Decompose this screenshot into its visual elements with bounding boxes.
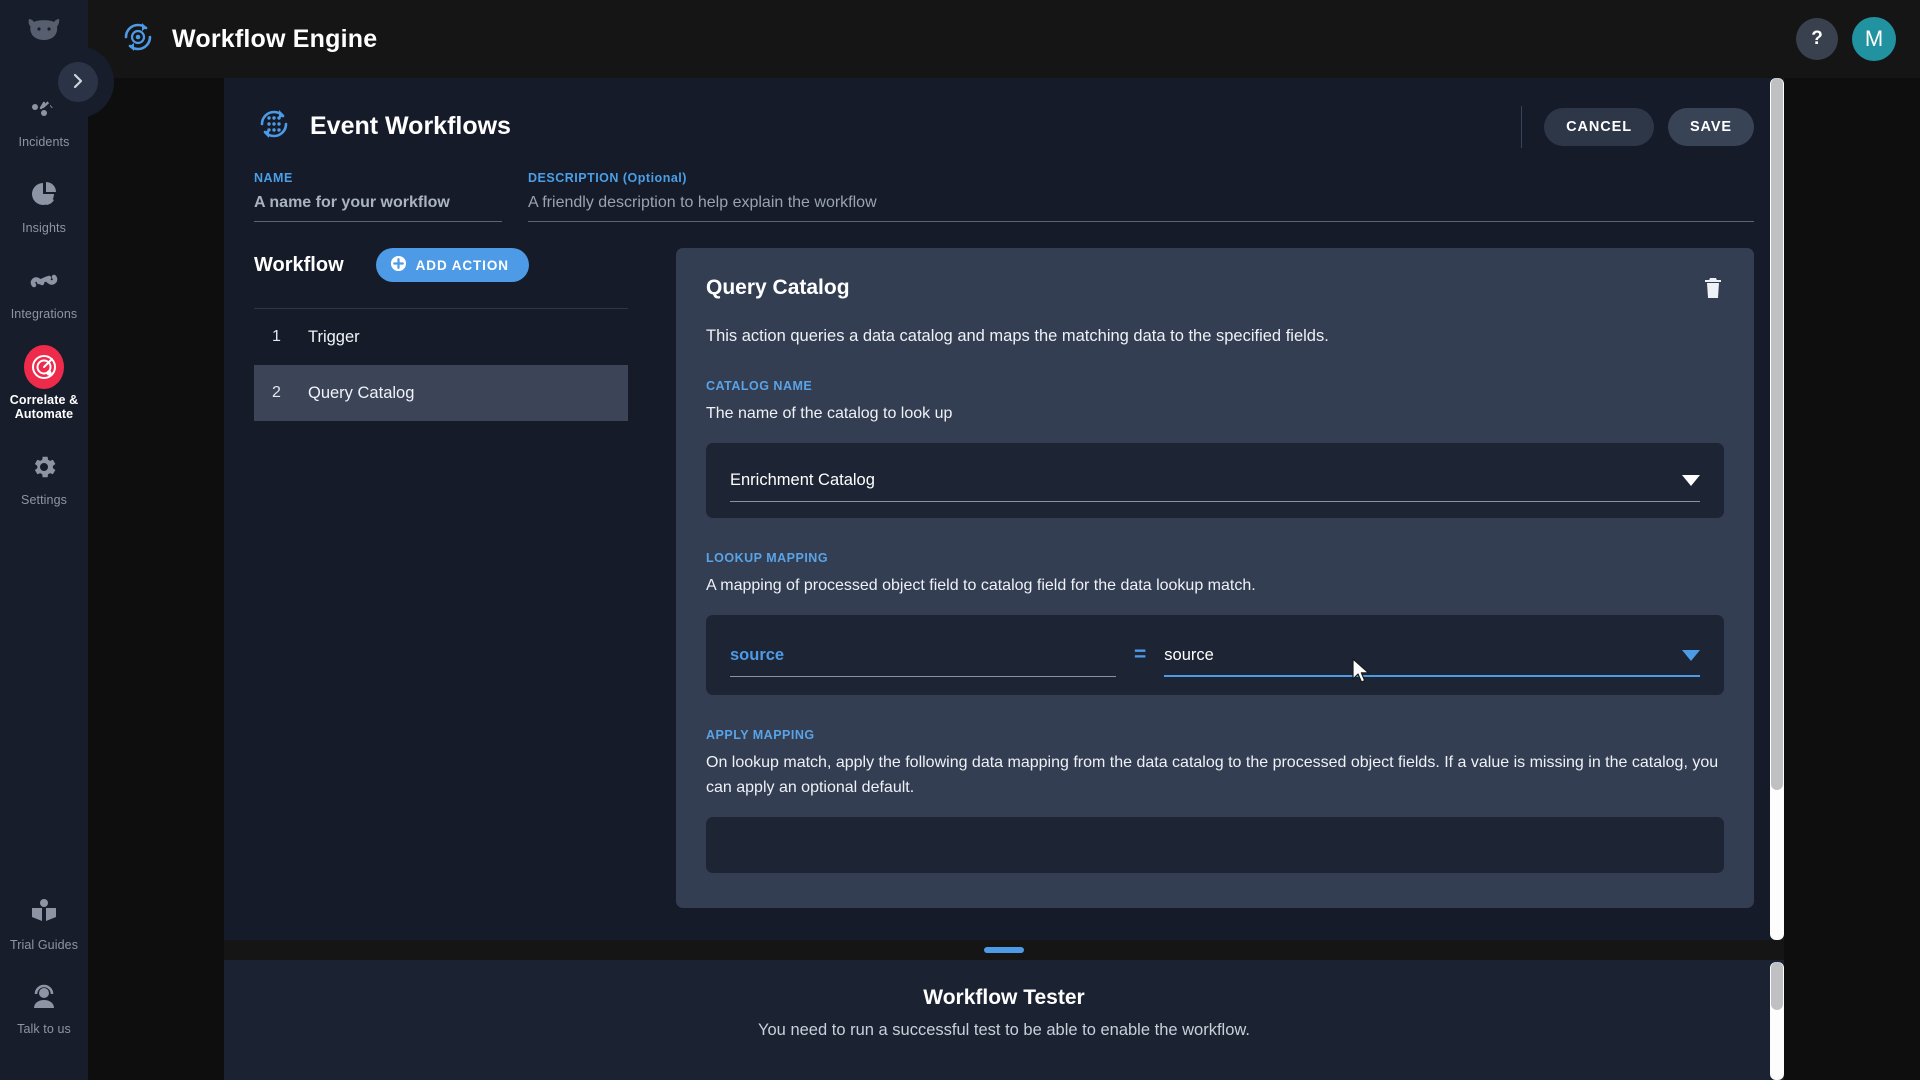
underline — [730, 501, 1700, 502]
add-action-button[interactable]: ADD ACTION — [375, 248, 529, 282]
action-title: Query Catalog — [706, 276, 850, 299]
workflow-heading: Workflow — [254, 253, 344, 276]
divider — [1521, 105, 1523, 148]
description-field-group: DESCRIPTION (Optional) A friendly descri… — [528, 171, 1754, 222]
apply-mapping-label: APPLY MAPPING — [706, 728, 815, 742]
trash-icon[interactable] — [1702, 276, 1724, 305]
workflow-sync-icon — [120, 19, 156, 60]
event-workflows-panel: Event Workflows CANCEL SAVE NAME A name … — [224, 78, 1784, 940]
tester-subtitle: You need to run a successful test to be … — [758, 1021, 1250, 1039]
plus-circle-icon — [390, 255, 407, 275]
action-description: This action queries a data catalog and m… — [706, 327, 1329, 345]
step-number: 1 — [272, 328, 281, 345]
chevron-down-icon[interactable] — [1682, 649, 1700, 661]
lookup-mapping-sublabel: A mapping of processed object field to c… — [706, 577, 1256, 594]
tester-resize-strip[interactable] — [224, 940, 1784, 960]
underline — [730, 675, 1116, 677]
sidebar-item-label: Correlate & Automate — [9, 393, 79, 421]
sidebar-item-label: Trial Guides — [9, 938, 79, 952]
apply-mapping-sublabel: On lookup match, apply the following dat… — [706, 754, 1719, 796]
gear-icon — [24, 447, 64, 487]
panel-header: Event Workflows CANCEL SAVE — [224, 78, 1784, 149]
lookup-mapping-label: LOOKUP MAPPING — [706, 551, 829, 565]
workflow-step-query-catalog[interactable]: 2 Query Catalog — [254, 365, 628, 421]
support-agent-icon — [24, 976, 64, 1016]
chevron-down-icon[interactable] — [1682, 475, 1700, 486]
lookup-right-select[interactable]: source — [1164, 645, 1700, 677]
event-workflows-grid-icon — [254, 104, 294, 149]
pie-chart-icon — [24, 175, 64, 215]
sidebar-item-label: Talk to us — [17, 1022, 71, 1036]
top-bar-actions: ? M — [1796, 17, 1896, 61]
action-detail-column: Query Catalog This action queries a data… — [654, 248, 1754, 908]
workflow-step-list: 1 Trigger 2 Query Catalog — [254, 308, 628, 421]
chevron-right-icon — [70, 73, 86, 92]
catalog-name-value: Enrichment Catalog — [730, 471, 875, 489]
tester-scrollbar-track[interactable] — [1770, 962, 1784, 1080]
description-input[interactable]: A friendly description to help explain t… — [528, 194, 1754, 222]
catalog-name-label: CATALOG NAME — [706, 379, 813, 393]
cancel-button[interactable]: CANCEL — [1544, 107, 1654, 146]
lookup-mapping-inset: source = source — [706, 615, 1724, 695]
step-name: Query Catalog — [308, 383, 415, 402]
sidebar-item-settings[interactable]: Settings — [0, 447, 88, 507]
catalog-name-select[interactable]: Enrichment Catalog — [730, 471, 1700, 502]
underline — [1164, 674, 1700, 677]
page-title: Workflow Engine — [172, 24, 378, 53]
panel-title: Event Workflows — [310, 112, 511, 140]
integrations-link-icon — [24, 261, 64, 301]
catalog-name-sublabel: The name of the catalog to look up — [706, 405, 953, 422]
sidebar-item-integrations[interactable]: Integrations — [0, 261, 88, 321]
sidebar-item-trial-guides[interactable]: Trial Guides — [0, 892, 88, 952]
workflow-meta-row: NAME A name for your workflow DESCRIPTIO… — [224, 149, 1784, 222]
help-button[interactable]: ? — [1796, 18, 1838, 60]
step-name: Trigger — [308, 327, 360, 346]
cow-head-logo[interactable] — [27, 18, 61, 49]
sidebar-bottom-group: Trial Guides Talk to us — [0, 892, 88, 1080]
workflow-step-trigger[interactable]: 1 Trigger — [254, 309, 628, 365]
radar-target-icon — [24, 345, 64, 389]
lookup-right-value: source — [1164, 645, 1214, 664]
save-button[interactable]: SAVE — [1667, 107, 1754, 146]
workflow-steps-column: Workflow ADD ACTION 1 Trigger 2 Query Ca… — [254, 248, 654, 894]
workflow-body: Workflow ADD ACTION 1 Trigger 2 Query Ca… — [224, 222, 1784, 908]
sidebar-collapse-button[interactable] — [58, 62, 98, 102]
panel-actions: CANCEL SAVE — [1521, 105, 1754, 148]
name-input[interactable]: A name for your workflow — [254, 194, 502, 222]
apply-mapping-inset — [706, 817, 1724, 873]
avatar[interactable]: M — [1852, 17, 1896, 61]
step-number: 2 — [272, 384, 281, 401]
add-action-label: ADD ACTION — [415, 257, 509, 273]
main-scrollbar-track[interactable] — [1770, 78, 1784, 940]
tester-scrollbar-thumb[interactable] — [1771, 962, 1783, 1010]
resize-handle-icon[interactable] — [984, 947, 1024, 953]
open-book-icon — [24, 892, 64, 932]
tester-title: Workflow Tester — [923, 986, 1085, 1009]
sidebar-item-label: Settings — [21, 493, 67, 507]
sidebar-item-label: Incidents — [18, 135, 70, 149]
lookup-left-value: source — [730, 645, 785, 664]
query-catalog-card: Query Catalog This action queries a data… — [676, 248, 1754, 908]
sidebar-item-insights[interactable]: Insights — [0, 175, 88, 235]
description-label: DESCRIPTION (Optional) — [528, 171, 687, 185]
sidebar-item-label: Insights — [22, 221, 66, 235]
workflow-tester-panel: Workflow Tester You need to run a succes… — [224, 960, 1784, 1080]
catalog-name-inset: Enrichment Catalog — [706, 443, 1724, 518]
action-detail-header: Query Catalog — [706, 276, 1724, 305]
workflow-steps-header: Workflow ADD ACTION — [254, 248, 628, 282]
name-field-group: NAME A name for your workflow — [254, 171, 502, 222]
lookup-left-input[interactable]: source — [730, 645, 1116, 677]
equals-operator: = — [1134, 643, 1147, 666]
sidebar-item-label: Integrations — [10, 307, 78, 321]
main-scrollbar-thumb[interactable] — [1771, 78, 1783, 790]
sidebar-item-talk-to-us[interactable]: Talk to us — [0, 976, 88, 1036]
name-label: NAME — [254, 171, 293, 185]
left-sidebar: Incidents Insights Integrations Correlat… — [0, 0, 88, 1080]
sidebar-item-correlate-automate[interactable]: Correlate & Automate — [0, 345, 88, 421]
top-bar: Workflow Engine ? M — [88, 0, 1920, 78]
app-root: Incidents Insights Integrations Correlat… — [0, 0, 1920, 1080]
